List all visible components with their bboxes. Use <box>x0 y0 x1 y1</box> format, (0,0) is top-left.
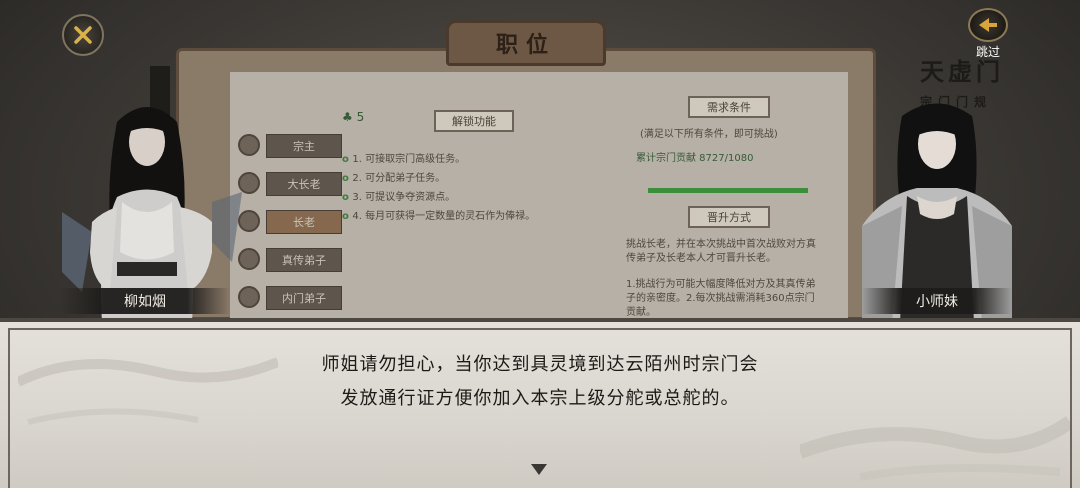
panel-title-plate: 职位 <box>446 20 606 66</box>
leaf-icon: ♣ <box>342 110 357 124</box>
promotion-method-button[interactable]: 晋升方式 <box>688 206 770 228</box>
requirement-item: 累计宗门贡献 8727/1080 <box>636 153 754 164</box>
perk-item: 2. 可分配弟子任务。 <box>342 169 602 188</box>
skip-arrow-icon <box>979 18 997 32</box>
rank-item-true-disciple[interactable]: 真传弟子 <box>236 244 342 282</box>
dialogue-line-2: 发放通行证方便你加入本宗上级分舵或总舵的。 <box>340 388 740 409</box>
rank-label: 长老 <box>266 210 342 234</box>
position-panel: 职位 宗主 大长老 长老 真传弟子 内门弟子 ♣ 5 解锁功能 o 1. 可接取… <box>176 20 876 322</box>
rank-item-sect-master[interactable]: 宗主 <box>236 130 342 168</box>
left-character-name: 柳如烟 <box>124 294 166 310</box>
dialogue-box[interactable]: 师姐请勿担心，当你达到具灵境到达云陌州时宗门会 发放通行证方便你加入本宗上级分舵… <box>0 318 1080 488</box>
left-character-nameplate: 柳如烟 <box>60 288 230 314</box>
close-icon <box>74 26 92 44</box>
rank-list: 宗主 大长老 长老 真传弟子 内门弟子 <box>236 130 342 320</box>
rank-label: 内门弟子 <box>266 286 342 310</box>
rank-item-elder[interactable]: 长老 <box>236 206 342 244</box>
next-arrow-icon[interactable] <box>531 464 547 475</box>
skip-label: 跳过 <box>975 45 1000 59</box>
game-scene: 职位 宗主 大长老 长老 真传弟子 内门弟子 ♣ 5 解锁功能 o 1. 可接取… <box>0 0 1080 488</box>
rank-label: 宗主 <box>266 134 342 158</box>
unlock-functions-button[interactable]: 解锁功能 <box>434 110 514 132</box>
requirement-progress-bar <box>648 188 808 193</box>
perk-item: 3. 可提议争夺资源点。 <box>342 188 602 207</box>
dialogue-line-1: 师姐请勿担心，当你达到具灵境到达云陌州时宗门会 <box>321 354 759 375</box>
rank-label: 大长老 <box>266 172 342 196</box>
right-character-nameplate: 小师妹 <box>862 288 1012 314</box>
requirements-note: (满足以下所有条件，即可挑战) <box>640 129 778 140</box>
perk-item: 4. 每月可获得一定数量的灵石作为俸禄。 <box>342 207 602 226</box>
promotion-text: 挑战长老，并在本次挑战中首次战败对方真传弟子及长老本人才可晋升长老。 <box>626 239 816 264</box>
skip-button[interactable]: 跳过 <box>966 8 1010 59</box>
promotion-rules: 1.挑战行为可能大幅度降低对方及其真传弟子的亲密度。2.每次挑战需消耗360点宗… <box>626 279 816 318</box>
close-button[interactable] <box>62 14 104 56</box>
right-character-name: 小师妹 <box>916 294 958 310</box>
rank-item-inner-disciple[interactable]: 内门弟子 <box>236 282 342 320</box>
perk-list: 1. 可接取宗门高级任务。 2. 可分配弟子任务。 3. 可提议争夺资源点。 4… <box>342 150 602 226</box>
member-count: ♣ 5 <box>342 110 365 124</box>
perk-item: 1. 可接取宗门高级任务。 <box>342 150 602 169</box>
rank-label: 真传弟子 <box>266 248 342 272</box>
skip-icon-frame <box>968 8 1008 42</box>
requirement-progress-fill <box>648 188 808 193</box>
rank-item-grand-elder[interactable]: 大长老 <box>236 168 342 206</box>
requirements-button[interactable]: 需求条件 <box>688 96 770 118</box>
panel-title: 职位 <box>495 32 556 58</box>
